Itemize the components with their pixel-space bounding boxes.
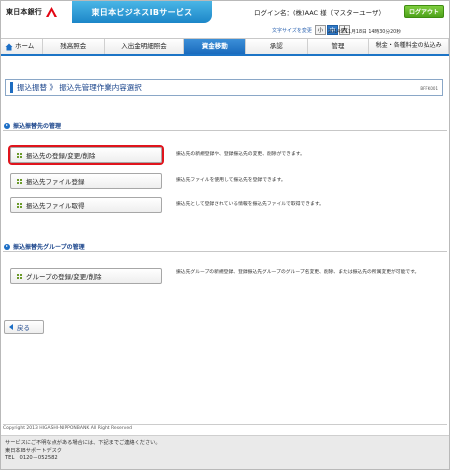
page-title-box: 振込振替 》 振込先管理作業内容選択 BFFK001: [5, 79, 443, 96]
back-arrow-icon: [9, 324, 13, 330]
grip-icon: [17, 273, 22, 279]
section-bullet-icon: [4, 243, 10, 250]
font-size-small-button[interactable]: 小: [314, 25, 326, 35]
login-timestamp: 2014年11月18日 14時30分20秒: [328, 30, 402, 35]
support-footer: サービスにご不明な点がある場合には、下記までご連絡ください。 東日本IBサポート…: [1, 435, 449, 469]
logout-button[interactable]: ログアウト: [404, 5, 444, 18]
menu-description: 振込先の新規登録や、登録振込先の変更、削除ができます。: [176, 152, 305, 157]
bank-mark-icon: [45, 6, 58, 19]
section-bullet-icon: [4, 122, 10, 129]
grip-icon: [17, 202, 22, 208]
service-banner: 東日本ビジネスIBサービス: [72, 1, 212, 23]
font-size-label: 文字サイズを変更: [272, 27, 312, 34]
menu-button-label: 振込先ファイル登録: [26, 178, 85, 186]
grip-icon: [17, 178, 22, 184]
footer-line: サービスにご不明な点がある場合には、下記までご連絡ください。: [5, 440, 161, 446]
footer-line: 東日本IBサポートデスク: [5, 447, 62, 454]
section-title: 振込振替先グループの管理: [13, 244, 85, 251]
nav-management[interactable]: 管理: [307, 39, 370, 54]
register-edit-delete-group-button[interactable]: グループの登録/変更/削除: [10, 268, 162, 284]
section-header-payee-group-management: 振込振替先グループの管理: [3, 242, 447, 252]
menu-button-label: 振込先ファイル取得: [26, 202, 85, 210]
login-info: ログイン名：(株)AAC 様（マスターユーザ）: [254, 9, 386, 17]
register-edit-delete-payee-button[interactable]: 振込先の登録/変更/削除: [10, 147, 162, 163]
payee-file-register-button[interactable]: 振込先ファイル登録: [10, 173, 162, 189]
header: 東日本銀行 東日本ビジネスIBサービス ログイン名：(株)AAC 様（マスターユ…: [0, 0, 450, 38]
nav-transaction-inquiry[interactable]: 入出金明細照会: [104, 39, 185, 54]
section-title: 振込振替先の管理: [13, 123, 62, 130]
home-icon: [5, 43, 13, 51]
title-stripe: [10, 82, 13, 93]
page-title: 振込振替 》 振込先管理作業内容選択: [17, 83, 142, 92]
nav-fund-transfer[interactable]: 資金移動: [184, 39, 246, 54]
nav-tax-payment[interactable]: 税金・各種料金の払込み: [369, 39, 449, 54]
bank-name: 東日本銀行: [6, 8, 42, 16]
menu-description: 振込先として登録されている情報を振込先ファイルで取得できます。: [176, 202, 324, 207]
screen-id: BFFK001: [420, 86, 438, 91]
nav-home-label: ホーム: [15, 42, 35, 51]
payee-file-download-button[interactable]: 振込先ファイル取得: [10, 197, 162, 213]
section-header-payee-management: 振込振替先の管理: [3, 121, 447, 131]
bank-logo[interactable]: 東日本銀行: [1, 1, 71, 23]
nav-balance-inquiry[interactable]: 残高照会: [43, 39, 105, 54]
back-button[interactable]: 戻る: [4, 320, 44, 334]
menu-description: 振込先ファイルを使用して振込先を登録できます。: [176, 178, 286, 183]
grip-icon: [17, 152, 22, 158]
nav-approval[interactable]: 承認: [246, 39, 308, 54]
menu-button-label: グループの登録/変更/削除: [26, 273, 102, 281]
service-title: 東日本ビジネスIBサービス: [91, 7, 193, 17]
menu-description: 振込先グループの新規登録、登録振込先グループのグループ名変更、削除、または振込先…: [176, 270, 420, 275]
page-frame: [0, 0, 450, 470]
copyright: Copyright 2013 HIGASHI-NIPPONBANK All Ri…: [3, 424, 447, 431]
menu-button-label: 振込先の登録/変更/削除: [26, 152, 96, 160]
footer-line: TEL 0120－052582: [5, 455, 58, 461]
back-label: 戻る: [17, 324, 30, 332]
global-nav: ホーム 残高照会 入出金明細照会 資金移動 承認 管理 税金・各種料金の払込み: [1, 38, 449, 56]
nav-home[interactable]: ホーム: [1, 39, 43, 54]
